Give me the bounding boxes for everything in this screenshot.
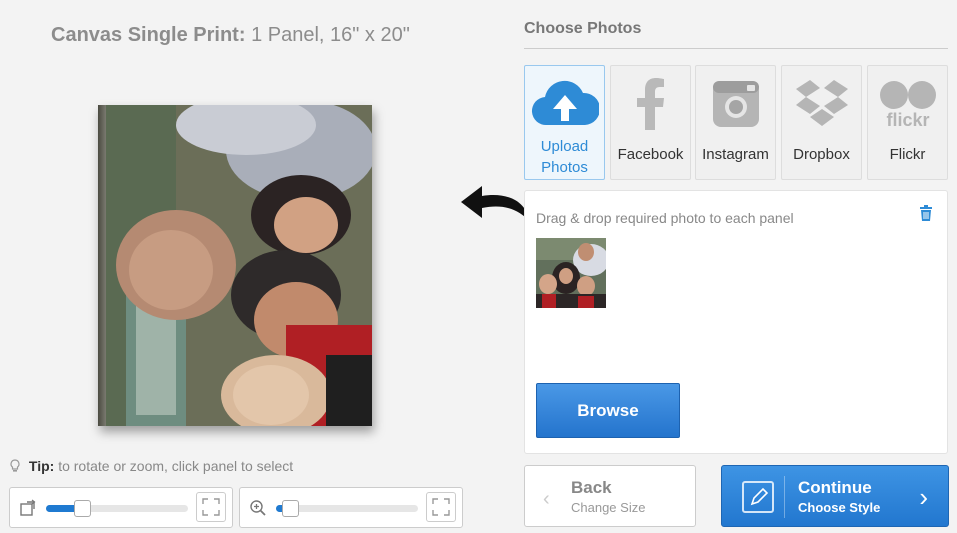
choose-photos-heading: Choose Photos <box>524 20 642 37</box>
zoom-fullscreen-button[interactable] <box>426 492 456 522</box>
upload-label-line2: Photos <box>541 159 588 176</box>
trash-icon[interactable] <box>919 205 933 221</box>
flickr-logo-text: flickr <box>886 110 929 130</box>
back-button[interactable]: ‹ Back Change Size <box>524 465 696 527</box>
title-product: Canvas Single Print: <box>51 24 246 46</box>
browse-button[interactable]: Browse <box>536 383 680 438</box>
canvas-edge <box>98 105 106 426</box>
chevron-right-icon: › <box>919 482 928 512</box>
dropbox-label: Dropbox <box>793 146 850 163</box>
chevron-left-icon: ‹ <box>543 488 550 510</box>
zoom-slider[interactable] <box>276 500 418 517</box>
flickr-icon: flickr <box>879 81 936 130</box>
tip-text: Tip: to rotate or zoom, click panel to s… <box>9 458 293 474</box>
continue-subtitle: Choose Style <box>798 500 881 515</box>
facebook-label: Facebook <box>617 146 684 163</box>
rotate-icon[interactable] <box>19 499 37 517</box>
photo-drop-area[interactable]: Drag & drop required photo to each panel… <box>524 190 948 454</box>
edit-icon <box>742 481 774 513</box>
divider <box>524 48 948 49</box>
title-size: 1 Panel, 16" x 20" <box>251 24 410 46</box>
back-title: Back <box>571 478 612 497</box>
page-title: Canvas Single Print: 1 Panel, 16" x 20" <box>51 24 410 47</box>
cloud-upload-icon <box>531 80 599 126</box>
expand-icon <box>432 498 450 516</box>
drop-hint: Drag & drop required photo to each panel <box>536 210 794 226</box>
zoom-control <box>239 487 463 528</box>
rotate-slider[interactable] <box>46 500 188 517</box>
rotate-slider-handle[interactable] <box>73 500 91 517</box>
continue-button[interactable]: Continue Choose Style › <box>721 465 949 527</box>
facebook-icon <box>636 78 664 130</box>
tip-message: to rotate or zoom, click panel to select <box>58 458 294 474</box>
lightbulb-icon <box>10 459 20 472</box>
flickr-label: Flickr <box>889 146 926 163</box>
upload-label-line1: Upload <box>540 138 589 155</box>
source-instagram[interactable]: Instagram <box>695 65 776 180</box>
photo-thumbnail[interactable] <box>536 238 606 308</box>
source-dropbox[interactable]: Dropbox <box>781 65 862 180</box>
rotate-control <box>9 487 233 528</box>
instagram-icon <box>712 81 759 127</box>
tip-label: Tip: <box>28 458 55 474</box>
canvas-preview[interactable] <box>98 105 372 426</box>
curved-arrow-icon <box>461 186 530 222</box>
dropbox-icon <box>795 80 848 126</box>
zoom-slider-handle[interactable] <box>282 500 300 517</box>
continue-divider <box>784 476 785 518</box>
back-subtitle: Change Size <box>571 500 646 515</box>
source-upload-photos[interactable]: Upload Photos <box>524 65 605 180</box>
continue-title: Continue <box>798 478 872 497</box>
expand-icon <box>202 498 220 516</box>
zoom-in-icon[interactable] <box>249 499 267 517</box>
source-facebook[interactable]: Facebook <box>610 65 691 180</box>
instagram-label: Instagram <box>702 146 769 163</box>
source-flickr[interactable]: flickr Flickr <box>867 65 948 180</box>
canvas-photo[interactable] <box>106 105 372 426</box>
rotate-fullscreen-button[interactable] <box>196 492 226 522</box>
